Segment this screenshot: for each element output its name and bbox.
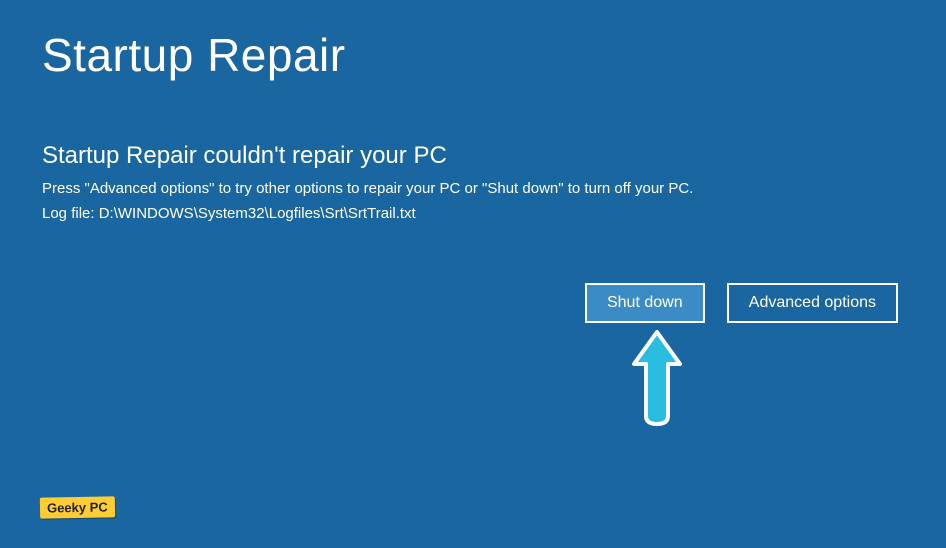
page-title: Startup Repair <box>42 28 904 82</box>
button-row: Shut down Advanced options <box>585 283 898 323</box>
instruction-text: Press "Advanced options" to try other op… <box>42 180 904 197</box>
watermark-badge: Geeky PC <box>40 496 115 518</box>
shutdown-button[interactable]: Shut down <box>585 283 705 323</box>
status-heading: Startup Repair couldn't repair your PC <box>42 142 904 170</box>
advanced-options-button[interactable]: Advanced options <box>727 283 898 323</box>
main-content: Startup Repair Startup Repair couldn't r… <box>0 0 946 250</box>
arrow-annotation-icon <box>622 324 692 439</box>
logfile-path: Log file: D:\WINDOWS\System32\Logfiles\S… <box>42 205 904 222</box>
